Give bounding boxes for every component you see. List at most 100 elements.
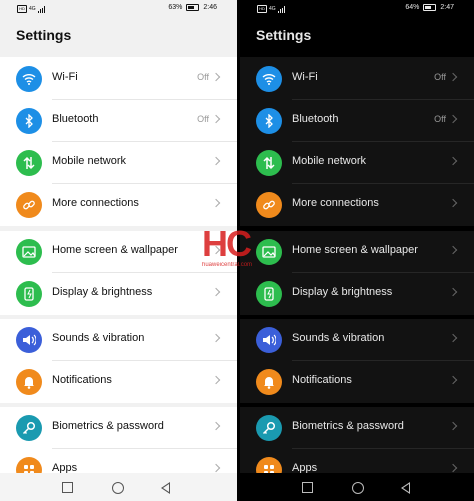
phone-display-icon	[256, 281, 282, 307]
settings-row-display-brightness[interactable]: Display & brightness	[240, 273, 474, 315]
status-bar: HD 4G 63% 2:46	[0, 0, 237, 18]
row-label: Bluetooth	[292, 113, 339, 125]
row-label: Wi-Fi	[292, 71, 318, 83]
link-icon	[256, 192, 282, 218]
battery-icon	[423, 4, 437, 11]
chevron-right-icon	[211, 287, 221, 297]
settings-row-bluetooth[interactable]: Bluetooth Off	[0, 100, 237, 142]
watermark-logo: HC huaweicentral.com	[202, 226, 272, 276]
settings-row-mobile-network[interactable]: Mobile network	[0, 142, 237, 184]
back-button[interactable]	[401, 482, 410, 494]
recents-button[interactable]	[62, 482, 73, 493]
battery-icon	[186, 4, 200, 11]
chevron-right-icon	[211, 72, 221, 82]
row-label: Biometrics & password	[292, 420, 404, 432]
watermark-hc: HC	[202, 223, 252, 264]
image-icon	[16, 239, 42, 265]
chevron-right-icon	[448, 375, 458, 385]
chevron-right-icon	[448, 114, 458, 124]
settings-row-home-screen-wallpaper[interactable]: Home screen & wallpaper	[240, 231, 474, 273]
dark-settings-screen: HD 4G 64% 2:47 Settings Wi-Fi Off Bluetoot…	[240, 0, 474, 501]
hd-icon: HD	[17, 5, 27, 13]
chevron-right-icon	[448, 198, 458, 208]
row-label: Bluetooth	[52, 113, 99, 125]
settings-row-more-connections[interactable]: More connections	[240, 184, 474, 226]
bluetooth-icon	[16, 108, 42, 134]
chevron-right-icon	[448, 333, 458, 343]
wifi-icon	[16, 66, 42, 92]
network-type: 4G	[269, 6, 276, 12]
chevron-right-icon	[211, 463, 221, 473]
settings-row-more-connections[interactable]: More connections	[0, 184, 237, 226]
hd-icon: HD	[257, 5, 267, 13]
row-label: Biometrics & password	[52, 420, 164, 432]
bell-icon	[256, 369, 282, 395]
recents-button[interactable]	[302, 482, 313, 493]
row-label: More connections	[52, 197, 139, 209]
settings-row-sounds-vibration[interactable]: Sounds & vibration	[240, 319, 474, 361]
chevron-right-icon	[448, 421, 458, 431]
watermark-url: huaweicentral.com	[202, 262, 253, 268]
row-label: Mobile network	[52, 155, 126, 167]
settings-row-biometrics-password[interactable]: Biometrics & password	[0, 407, 237, 449]
clock: 2:47	[440, 4, 454, 11]
link-icon	[16, 192, 42, 218]
chevron-right-icon	[448, 245, 458, 255]
key-icon	[256, 415, 282, 441]
chevron-right-icon	[448, 463, 458, 473]
chevron-right-icon	[211, 114, 221, 124]
row-label: Notifications	[52, 374, 112, 386]
chevron-right-icon	[211, 156, 221, 166]
settings-row-wi-fi[interactable]: Wi-Fi Off	[240, 58, 474, 100]
mobile-data-icon	[16, 150, 42, 176]
chevron-right-icon	[448, 287, 458, 297]
row-label: Sounds & vibration	[52, 332, 145, 344]
page-title: Settings	[256, 27, 312, 43]
settings-row-display-brightness[interactable]: Display & brightness	[0, 273, 237, 315]
row-value: Off	[434, 114, 446, 124]
battery-percent: 63%	[168, 4, 183, 11]
row-value: Off	[434, 72, 446, 82]
signal-icon	[37, 5, 45, 13]
row-value: Off	[197, 72, 209, 82]
navigation-bar	[0, 473, 237, 501]
clock: 2:46	[203, 4, 217, 11]
row-label: Wi-Fi	[52, 71, 78, 83]
back-button[interactable]	[161, 482, 170, 494]
settings-row-notifications[interactable]: Notifications	[0, 361, 237, 403]
speaker-icon	[16, 327, 42, 353]
chevron-right-icon	[211, 198, 221, 208]
settings-row-biometrics-password[interactable]: Biometrics & password	[240, 407, 474, 449]
settings-row-notifications[interactable]: Notifications	[240, 361, 474, 403]
home-button[interactable]	[112, 482, 124, 494]
chevron-right-icon	[211, 421, 221, 431]
row-value: Off	[197, 114, 209, 124]
row-label: Home screen & wallpaper	[292, 244, 418, 256]
status-bar: HD 4G 64% 2:47	[240, 0, 474, 18]
chevron-right-icon	[448, 156, 458, 166]
chevron-right-icon	[448, 72, 458, 82]
navigation-bar	[240, 473, 474, 501]
settings-row-wi-fi[interactable]: Wi-Fi Off	[0, 58, 237, 100]
chevron-right-icon	[211, 375, 221, 385]
row-label: Mobile network	[292, 155, 366, 167]
chevron-right-icon	[211, 333, 221, 343]
row-label: More connections	[292, 197, 379, 209]
home-button[interactable]	[352, 482, 364, 494]
page-title: Settings	[16, 27, 72, 43]
settings-row-bluetooth[interactable]: Bluetooth Off	[240, 100, 474, 142]
row-label: Display & brightness	[292, 286, 393, 298]
network-type: 4G	[29, 6, 36, 12]
row-label: Display & brightness	[52, 286, 153, 298]
settings-row-sounds-vibration[interactable]: Sounds & vibration	[0, 319, 237, 361]
wifi-icon	[256, 66, 282, 92]
bell-icon	[16, 369, 42, 395]
settings-row-mobile-network[interactable]: Mobile network	[240, 142, 474, 184]
phone-display-icon	[16, 281, 42, 307]
speaker-icon	[256, 327, 282, 353]
row-label: Home screen & wallpaper	[52, 244, 178, 256]
key-icon	[16, 415, 42, 441]
signal-icon	[277, 5, 285, 13]
row-label: Sounds & vibration	[292, 332, 385, 344]
mobile-data-icon	[256, 150, 282, 176]
